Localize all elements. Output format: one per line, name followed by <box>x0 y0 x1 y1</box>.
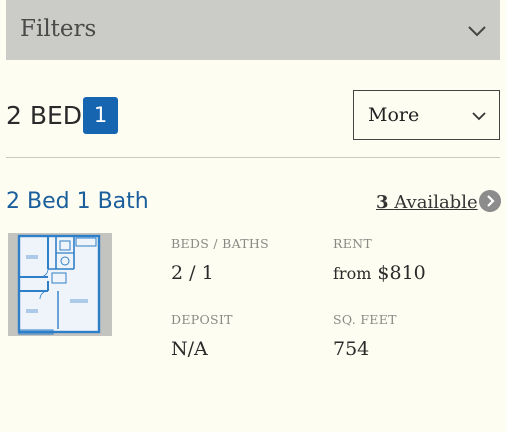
bed-count-badge: 1 <box>83 97 118 134</box>
available-text: Available <box>394 192 478 213</box>
floorplan-image[interactable] <box>8 233 112 336</box>
more-select[interactable]: More <box>353 90 500 140</box>
more-select-label: More <box>368 104 420 126</box>
beds-baths-label: BEDS / BATHS <box>171 236 269 251</box>
beds-baths-value: 2 / 1 <box>171 262 214 284</box>
deposit-label: DEPOSIT <box>171 312 233 327</box>
rent-prefix: from <box>333 264 372 283</box>
deposit-value: N/A <box>171 338 208 360</box>
rent-value: $810 <box>377 262 426 284</box>
available-units-link[interactable]: 3 Available <box>376 189 478 217</box>
rent-value-group: from $810 <box>333 260 426 287</box>
chevron-down-icon <box>472 112 486 121</box>
sqft-label: SQ. FEET <box>333 312 397 327</box>
sqft-value: 754 <box>333 338 370 360</box>
section-divider <box>6 157 500 158</box>
chevron-right-circle-icon[interactable] <box>479 190 501 212</box>
rent-label: RENT <box>333 236 373 251</box>
floorplan-name[interactable]: 2 Bed 1 Bath <box>6 186 149 218</box>
filters-toggle[interactable]: Filters <box>6 0 500 60</box>
bed-group-heading: 2 BED <box>6 101 83 130</box>
floorplan-drawing <box>17 234 101 335</box>
filters-label: Filters <box>20 16 97 42</box>
chevron-down-icon <box>468 26 486 37</box>
available-count: 3 <box>376 192 389 213</box>
